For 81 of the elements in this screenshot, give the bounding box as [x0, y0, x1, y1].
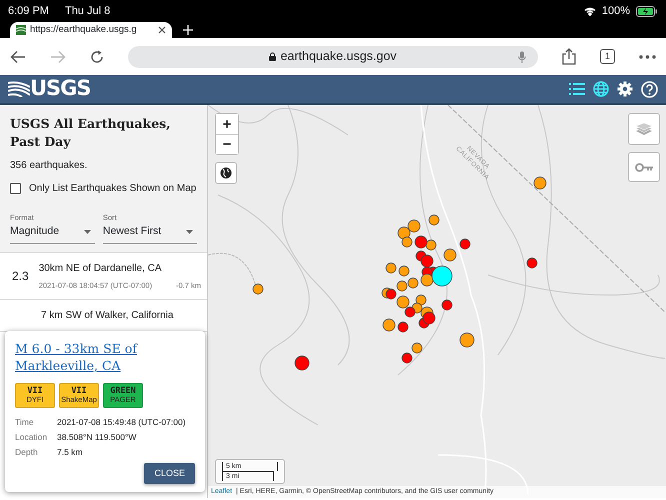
- usgs-favicon-icon: [16, 25, 26, 35]
- reload-icon[interactable]: [90, 50, 104, 64]
- tab-count-button[interactable]: 1: [600, 49, 615, 64]
- earthquake-marker[interactable]: [420, 254, 434, 268]
- status-date: Thu Jul 8: [64, 4, 110, 19]
- earthquake-marker[interactable]: [526, 258, 538, 268]
- world-view-button[interactable]: [215, 162, 237, 184]
- usgs-logo-text: USGS: [30, 75, 91, 102]
- detail-label: Location: [15, 431, 48, 444]
- battery-icon: [636, 6, 658, 16]
- event-place: 30km NE of Dardanelle, CA: [38, 262, 163, 276]
- forward-icon: [50, 50, 66, 64]
- status-time: 6:09 PM: [8, 4, 49, 19]
- earthquake-marker[interactable]: [420, 274, 434, 286]
- settings-icon[interactable]: [617, 81, 633, 97]
- url-text: earthquake.usgs.gov: [280, 48, 397, 66]
- detail-value: 2021-07-08 15:49:48 (UTC-07:00): [57, 416, 186, 430]
- format-select[interactable]: Magnitude: [10, 223, 95, 244]
- earthquake-marker[interactable]: [412, 342, 422, 354]
- event-magnitude: 2.3: [12, 268, 29, 286]
- earthquake-marker[interactable]: [398, 266, 410, 276]
- plus-icon[interactable]: [182, 24, 194, 36]
- detail-value: 38.508°N 119.500°W: [57, 431, 136, 444]
- earthquake-marker[interactable]: [386, 288, 396, 300]
- event-place: 7 km SW of Walker, California: [41, 309, 174, 324]
- more-icon[interactable]: [639, 54, 656, 58]
- earthquake-marker[interactable]: [408, 220, 420, 232]
- dropdown-caret-icon: [84, 230, 91, 234]
- earthquake-marker[interactable]: [534, 176, 546, 190]
- detail-label: Time: [15, 416, 35, 430]
- earthquake-marker[interactable]: [460, 238, 470, 250]
- key-icon: [635, 162, 653, 172]
- filter-label: Only List Earthquakes Shown on Map: [29, 182, 196, 196]
- sort-select[interactable]: Newest First: [102, 223, 198, 244]
- close-button[interactable]: CLOSE: [144, 462, 195, 484]
- earthquake-marker[interactable]: [414, 236, 428, 248]
- list-icon[interactable]: [569, 83, 585, 95]
- event-title-link[interactable]: M 6.0 - 33km SE of Markleeville, CA: [15, 341, 195, 375]
- earthquake-marker[interactable]: [428, 214, 440, 226]
- earthquake-marker[interactable]: [398, 322, 408, 332]
- tab-title: https://earthquake.usgs.g: [30, 22, 137, 37]
- detail-label: Depth: [15, 446, 39, 459]
- earthquake-marker[interactable]: [386, 262, 396, 274]
- earthquake-count: 356 earthquakes.: [10, 159, 88, 173]
- earthquake-marker[interactable]: [444, 248, 456, 262]
- close-icon[interactable]: [158, 26, 166, 34]
- filter-checkbox[interactable]: [10, 183, 21, 194]
- earthquake-marker[interactable]: [382, 318, 396, 332]
- globe-icon[interactable]: [593, 81, 609, 97]
- dropdown-caret-icon: [186, 230, 194, 234]
- list-title: USGS All Earthquakes, Past Day: [10, 115, 172, 150]
- earthquake-marker[interactable]: [432, 266, 452, 286]
- earthquake-marker[interactable]: [460, 332, 474, 348]
- layers-icon: [635, 122, 653, 136]
- earthquake-marker[interactable]: [396, 280, 408, 292]
- earthquake-marker[interactable]: [442, 300, 452, 310]
- earthquake-marker[interactable]: [404, 306, 416, 318]
- legend-button[interactable]: [628, 152, 660, 182]
- battery-percent: 100%: [602, 4, 630, 19]
- earthquake-marker[interactable]: [408, 278, 418, 288]
- detail-value: 7.5 km: [57, 446, 83, 459]
- wifi-icon: [584, 6, 596, 16]
- browser-tab[interactable]: https://earthquake.usgs.g: [10, 22, 172, 38]
- usgs-wave-icon: [8, 81, 30, 97]
- zoom-out-button[interactable]: −: [216, 134, 238, 154]
- earthquake-marker[interactable]: [426, 240, 436, 250]
- earthquake-marker[interactable]: [402, 236, 412, 248]
- earthquake-marker[interactable]: [402, 352, 412, 364]
- share-icon[interactable]: [562, 48, 576, 65]
- address-bar[interactable]: earthquake.usgs.gov: [128, 46, 538, 68]
- globe-icon: [220, 167, 232, 179]
- microphone-icon[interactable]: [518, 50, 526, 62]
- earthquake-marker[interactable]: [416, 294, 426, 306]
- earthquake-marker[interactable]: [294, 356, 310, 370]
- help-icon[interactable]: [641, 80, 658, 98]
- lock-icon: [269, 52, 276, 61]
- earthquake-marker[interactable]: [422, 312, 436, 324]
- earthquake-marker[interactable]: [396, 296, 410, 308]
- earthquake-marker[interactable]: [252, 284, 264, 294]
- back-icon[interactable]: [10, 50, 26, 64]
- earthquake-marker[interactable]: [398, 226, 410, 240]
